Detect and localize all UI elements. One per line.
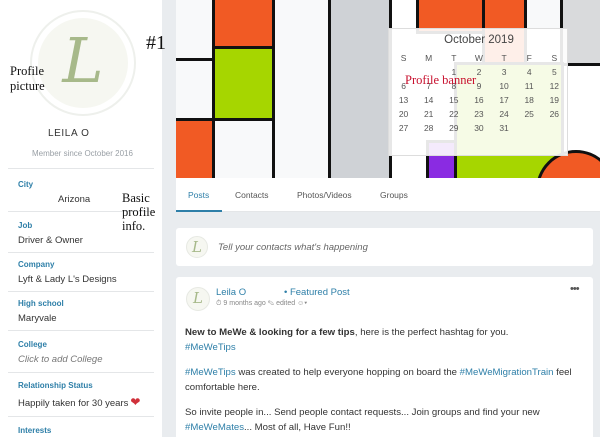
profile-name: LEILA O [48, 128, 90, 139]
hashtag-link[interactable]: #MeWeMigrationTrain [460, 367, 554, 378]
composer-avatar: L [186, 236, 208, 258]
member-since: Member since October 2016 [32, 149, 133, 158]
calendar-day: 16 [474, 95, 484, 105]
info-interests: Interests [18, 426, 52, 435]
tab-groups[interactable]: Groups [380, 190, 408, 200]
calendar-day: 15 [449, 95, 459, 105]
post-body: New to MeWe & looking for a few tips, he… [185, 327, 572, 433]
calendar-day: 3 [501, 67, 507, 77]
calendar-grid: S M T W T F S 1 2 3 4 5 6 7 8 9 10 11 12 13 14 15 16 17 18 19 20 21… [391, 53, 567, 133]
active-tab-indicator [176, 210, 222, 212]
calendar-day [542, 123, 567, 133]
info-college[interactable]: College Click to add College [18, 340, 158, 365]
calendar-day: 5 [551, 67, 557, 77]
info-high-school: High school Maryvale [18, 299, 64, 324]
featured-post: L Leila O • Featured Post ⏱ 9 months ago… [176, 277, 593, 437]
calendar-weekday: F [526, 53, 532, 63]
post-meta: ⏱ 9 months ago ✎ edited ☺▾ [216, 300, 308, 307]
calendar-weekday: S [551, 53, 558, 63]
calendar-day: 10 [499, 81, 509, 91]
calendar-day: 20 [398, 109, 409, 119]
featured-post-badge: • Featured Post [284, 287, 350, 298]
more-options-icon[interactable]: ••• [570, 283, 580, 295]
annotation-profile-picture: Profile picture [10, 64, 45, 93]
calendar-day: 19 [549, 95, 560, 105]
annotation-basic-info: Basic profile info. [122, 191, 156, 233]
calendar-weekday: W [474, 53, 483, 63]
calendar-day: 21 [423, 109, 434, 119]
calendar-title: October 2019 [444, 34, 514, 46]
calendar-day [517, 123, 542, 133]
profile-avatar[interactable]: L [30, 10, 136, 116]
annotation-profile-banner: Profile banner [405, 73, 477, 87]
composer-placeholder[interactable]: Tell your contacts what's happening [218, 242, 368, 253]
calendar-weekday: M [425, 53, 433, 63]
info-label: City [18, 180, 34, 189]
calendar-day: 18 [524, 95, 534, 105]
calendar-day: 30 [474, 123, 484, 133]
post-author[interactable]: Leila O [216, 287, 246, 298]
calendar-day: 22 [449, 109, 459, 119]
calendar-overlay: October 2019 S M T W T F S 1 2 3 4 5 6 7 8 9 10 11 12 13 14 1… [388, 28, 568, 156]
hearts-icon: ❤ [130, 395, 141, 409]
calendar-day: 26 [549, 109, 560, 119]
calendar-day: 28 [423, 123, 434, 133]
profile-banner[interactable]: October 2019 S M T W T F S 1 2 3 4 5 6 7 8 9 10 11 12 13 14 1… [176, 0, 600, 178]
divider [8, 168, 154, 169]
calendar-day: 11 [524, 81, 534, 91]
calendar-day: 17 [499, 95, 509, 105]
calendar-day: 14 [423, 95, 434, 105]
calendar-day: 25 [524, 109, 534, 119]
calendar-day: 31 [499, 123, 509, 133]
tab-posts[interactable]: Posts [188, 190, 209, 200]
calendar-day: 4 [526, 67, 532, 77]
calendar-day: 12 [549, 81, 560, 91]
tab-contacts[interactable]: Contacts [235, 190, 269, 200]
profile-tabs: Posts Contacts Photos/Videos Groups [176, 178, 600, 212]
add-college-link[interactable]: Click to add College [18, 354, 158, 365]
calendar-weekday: T [451, 53, 457, 63]
tab-photos-videos[interactable]: Photos/Videos [297, 190, 352, 200]
post-composer[interactable]: L Tell your contacts what's happening [176, 228, 593, 266]
post-avatar[interactable]: L [186, 287, 210, 311]
calendar-weekday: T [501, 53, 507, 63]
annotation-number: #1 [146, 32, 166, 54]
hashtag-link[interactable]: #MeWeTips [185, 367, 236, 378]
calendar-day: 23 [474, 109, 484, 119]
calendar-weekday: S [400, 53, 407, 63]
hashtag-link[interactable]: #MeWeMates [185, 422, 244, 433]
calendar-day: 24 [499, 109, 509, 119]
calendar-day: 27 [398, 123, 409, 133]
calendar-day: 13 [398, 95, 409, 105]
info-company: Company Lyft & Lady L's Designs [18, 260, 117, 285]
hashtag-link[interactable]: #MeWeTips [185, 342, 236, 353]
info-relationship: Relationship Status Happily taken for 30… [18, 381, 141, 409]
calendar-day: 29 [449, 123, 459, 133]
